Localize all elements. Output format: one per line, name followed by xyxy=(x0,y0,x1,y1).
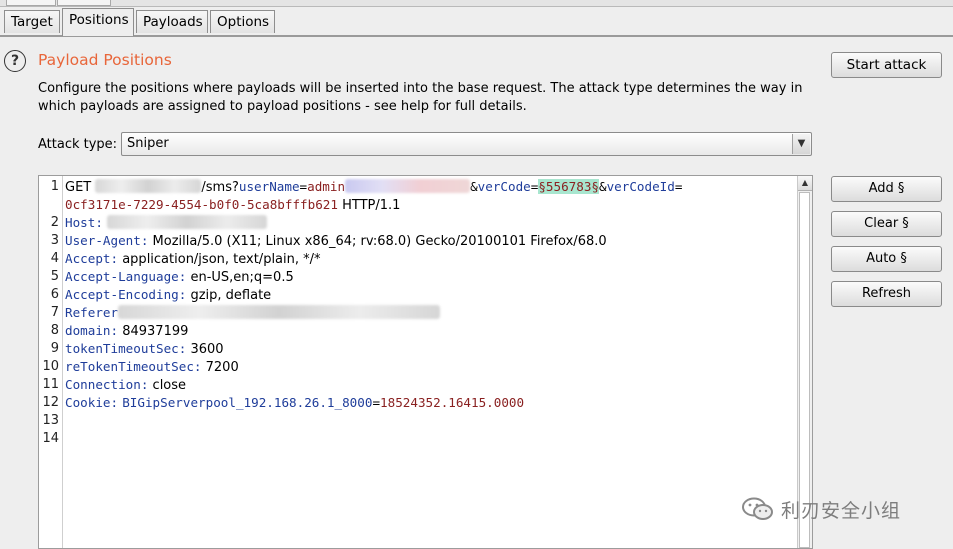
header-line: Referer xyxy=(65,305,441,323)
request-path: /sms? xyxy=(201,180,239,195)
auto-markers-button[interactable]: Auto § xyxy=(831,246,942,272)
header-key: Accept-Encoding: xyxy=(65,287,187,302)
wechat-icon xyxy=(742,497,773,520)
header-value: en-US,en;q=0.5 xyxy=(190,270,294,285)
header-value: 3600 xyxy=(190,342,224,357)
line-number: 14 xyxy=(42,431,59,446)
line-number-gutter: 1 2 3 4 5 6 7 8 9 10 11 12 13 14 xyxy=(39,176,63,548)
header-line: Accept-Language: en-US,en;q=0.5 xyxy=(65,269,294,287)
tab-options[interactable]: Options xyxy=(210,10,275,33)
header-line: tokenTimeoutSec: 3600 xyxy=(65,341,224,359)
line-number: 9 xyxy=(50,341,59,356)
redacted-host xyxy=(95,179,202,193)
start-attack-button[interactable]: Start attack xyxy=(831,52,942,78)
line-number: 13 xyxy=(42,413,59,428)
tab-target[interactable]: Target xyxy=(4,10,60,33)
line-number: 10 xyxy=(42,359,59,374)
line-number: 5 xyxy=(50,269,59,284)
header-line: User-Agent: Mozilla/5.0 (X11; Linux x86_… xyxy=(65,233,607,251)
positions-panel: ? Payload Positions Configure the positi… xyxy=(0,36,953,549)
header-value: 84937199 xyxy=(122,324,189,339)
dropdown-arrow-icon[interactable]: ▼ xyxy=(792,134,810,154)
payload-position-marker[interactable]: §556783§ xyxy=(538,179,599,194)
equals-sign: = xyxy=(299,179,308,194)
ampersand: & xyxy=(470,179,478,194)
attack-type-select[interactable]: Sniper ▼ xyxy=(121,132,812,156)
header-line: Cookie: BIGipServerpool_192.168.26.1_800… xyxy=(65,395,524,413)
param-value: admin xyxy=(307,179,346,194)
top-tab-strip xyxy=(0,0,953,7)
tab-payloads[interactable]: Payloads xyxy=(136,10,208,33)
header-key: reTokenTimeoutSec: xyxy=(65,359,202,374)
equals-sign: = xyxy=(372,395,381,410)
header-value: gzip, deflate xyxy=(190,288,272,303)
header-line: Accept-Encoding: gzip, deflate xyxy=(65,287,271,305)
cookie-name: BIGipServerpool_192.168.26.1_8000 xyxy=(122,395,373,410)
header-key: Accept-Language: xyxy=(65,269,187,284)
header-key: Referer xyxy=(65,305,119,320)
header-value: application/json, text/plain, */* xyxy=(122,252,321,267)
section-description: Configure the positions where payloads w… xyxy=(38,81,803,114)
header-line: Connection: close xyxy=(65,377,186,395)
line-number: 12 xyxy=(42,395,59,410)
top-tab-stub[interactable] xyxy=(57,0,111,6)
tab-bar: Target Positions Payloads Options xyxy=(0,8,953,36)
header-key: domain: xyxy=(65,323,119,338)
header-key: Host: xyxy=(65,215,103,230)
param-key: userName xyxy=(238,179,300,194)
header-key: Accept: xyxy=(65,251,119,266)
header-value: Mozilla/5.0 (X11; Linux x86_64; rv:68.0)… xyxy=(152,234,607,249)
param-key: verCode xyxy=(477,179,531,194)
redacted-value xyxy=(345,179,471,193)
request-editor[interactable]: 1 2 3 4 5 6 7 8 9 10 11 12 13 14 GET /sm… xyxy=(38,175,813,549)
line-number: 11 xyxy=(42,377,59,392)
header-line: Accept: application/json, text/plain, */… xyxy=(65,251,321,269)
line-number: 2 xyxy=(50,215,59,230)
header-value: close xyxy=(152,378,187,393)
attack-type-value: Sniper xyxy=(127,136,169,151)
header-key: Connection: xyxy=(65,377,149,392)
header-line: domain: 84937199 xyxy=(65,323,188,341)
line-number: 8 xyxy=(50,323,59,338)
tab-positions[interactable]: Positions xyxy=(62,8,134,36)
header-key: Cookie: xyxy=(65,395,119,410)
clear-markers-button[interactable]: Clear § xyxy=(831,211,942,237)
http-method: GET xyxy=(65,180,92,195)
http-protocol: HTTP/1.1 xyxy=(342,198,401,213)
editor-scrollbar[interactable]: ▲ xyxy=(797,176,812,548)
line-number: 3 xyxy=(50,233,59,248)
param-key: verCodeId xyxy=(606,179,675,194)
add-marker-button[interactable]: Add § xyxy=(831,176,942,202)
line-number: 1 xyxy=(50,179,59,194)
request-line: GET /sms?userName=admin &verCode=§556783§… xyxy=(65,179,682,197)
line-number: 4 xyxy=(50,251,59,266)
header-key: tokenTimeoutSec: xyxy=(65,341,187,356)
attack-type-label: Attack type: xyxy=(38,137,118,152)
top-tab-stub[interactable] xyxy=(6,0,56,6)
redacted-referer xyxy=(118,305,441,319)
scroll-up-arrow-icon[interactable]: ▲ xyxy=(798,176,812,191)
watermark: 利刃安全小组 xyxy=(741,495,901,523)
header-value: 7200 xyxy=(205,360,239,375)
section-title: Payload Positions xyxy=(38,51,172,69)
refresh-button[interactable]: Refresh xyxy=(831,281,942,307)
line-number: 6 xyxy=(50,287,59,302)
watermark-text: 利刃安全小组 xyxy=(781,499,902,522)
request-line-wrap: 0cf3171e-7229-4554-b0f0-5ca8bfffb621 HTT… xyxy=(65,197,400,215)
header-line: reTokenTimeoutSec: 7200 xyxy=(65,359,239,377)
header-line: Host: xyxy=(65,215,268,233)
line-number: 7 xyxy=(50,305,59,320)
equals-sign: = xyxy=(674,179,683,194)
param-value: 0cf3171e-7229-4554-b0f0-5ca8bfffb621 xyxy=(65,197,338,212)
cookie-value: 18524352.16415.0000 xyxy=(380,395,525,410)
redacted-host xyxy=(107,215,268,229)
help-icon[interactable]: ? xyxy=(4,50,26,72)
ampersand: & xyxy=(599,179,607,194)
header-key: User-Agent: xyxy=(65,233,149,248)
